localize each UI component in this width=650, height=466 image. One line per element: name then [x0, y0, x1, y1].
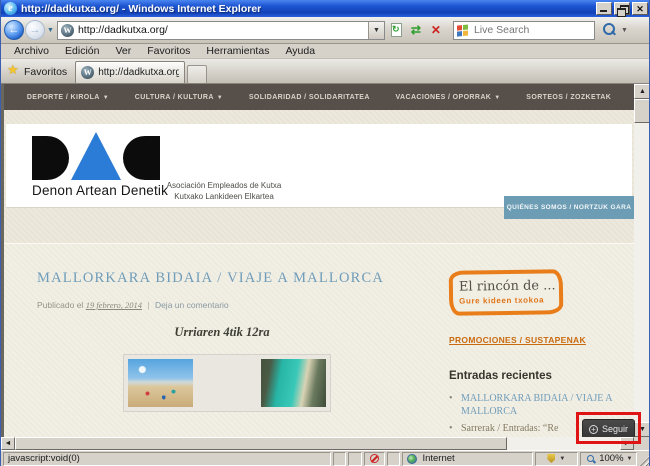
recent-entry-link[interactable]: Sarrerak / Entradas: “Re [461, 423, 558, 434]
article: MALLORKARA BIDAIA / VIAJE A MALLORCA Pub… [37, 270, 437, 437]
live-search-box[interactable] [452, 20, 609, 40]
search-input[interactable] [468, 24, 609, 36]
navigation-toolbar: ← → ▼ W ▼ ⇄ ✕ ▼ [1, 17, 649, 44]
sidebar: El rincón de ... Gure kideen txokoa PROM… [437, 269, 634, 437]
zoom-magnifier-icon [586, 454, 596, 464]
security-zone: Internet [402, 451, 534, 466]
windows-flag-icon [456, 23, 469, 37]
recent-entries-heading: Entradas recientes [449, 370, 552, 382]
status-bar: javascript:void(0) Internet ▼ 100% ▼ [1, 450, 649, 466]
nav-solidaridad[interactable]: SOLIDARIDAD / SOLIDARITATEA [249, 94, 370, 101]
status-cell [332, 451, 347, 466]
webpage: DEPORTE / KIROLA ▼ CULTURA / KULTURA ▼ SOL… [1, 84, 634, 437]
protected-mode-control[interactable]: ▼ [535, 451, 578, 466]
status-cell [348, 451, 362, 466]
address-bar[interactable]: W ▼ [56, 20, 385, 40]
zoom-control[interactable]: 100% ▼ [579, 451, 638, 466]
browser-viewport: DEPORTE / KIROLA ▼ CULTURA / KULTURA ▼ SOL… [1, 84, 649, 439]
quienes-somos-button[interactable]: QUIÉNES SOMOS / NORTZUK GARA [504, 196, 634, 219]
cathedral-photo [194, 359, 259, 407]
menu-herramientas[interactable]: Herramientas [199, 45, 276, 57]
rincon-badge[interactable]: El rincón de ... Gure kideen txokoa [448, 269, 564, 316]
zoom-level: 100% [599, 453, 624, 464]
address-dropdown-icon[interactable]: ▼ [367, 21, 384, 39]
scroll-up-icon[interactable]: ▲ [634, 84, 649, 99]
mallorca-photo-strip[interactable] [123, 354, 331, 412]
nav-cultura[interactable]: CULTURA / KULTURA ▼ [135, 94, 223, 101]
article-meta: Publicado el 19 febrero, 2014 | Deja un … [37, 300, 229, 310]
comment-link[interactable]: Deja un comentario [155, 300, 229, 310]
back-button[interactable]: ← [4, 20, 24, 40]
list-item: MALLORKARA BIDAIA / VIAJE A MALLORCA [449, 392, 619, 418]
privacy-blocked-icon[interactable] [363, 451, 385, 466]
dad-logo-icon [32, 132, 168, 180]
site-logo[interactable]: Denon Artean Denetik [32, 132, 168, 198]
stop-button[interactable]: ✕ [427, 21, 445, 39]
scroll-right-icon[interactable]: ► [620, 437, 634, 450]
chevron-down-icon: ▼ [216, 94, 224, 101]
chevron-down-icon: ▼ [102, 94, 110, 101]
promociones-link[interactable]: PROMOCIONES / SUSTAPENAK [449, 335, 586, 345]
article-title[interactable]: MALLORKARA BIDAIA / VIAJE A MALLORCA [37, 270, 437, 287]
menu-favoritos[interactable]: Favoritos [140, 45, 197, 57]
forward-button[interactable]: → [25, 20, 45, 40]
refresh-button[interactable]: ⇄ [407, 21, 425, 39]
article-date-link[interactable]: 19 febrero, 2014 [86, 300, 142, 310]
vertical-scrollbar[interactable]: ▲ ▼ [634, 84, 649, 437]
seguir-follow-button[interactable]: Seguir [582, 419, 635, 439]
address-input[interactable] [73, 24, 368, 36]
menu-ver[interactable]: Ver [108, 45, 138, 57]
menu-archivo[interactable]: Archivo [7, 45, 56, 57]
follow-plus-icon [588, 424, 598, 435]
restore-button[interactable] [614, 2, 630, 17]
recent-entry-link[interactable]: MALLORKARA BIDAIA / VIAJE A MALLORCA [461, 393, 612, 417]
status-cell [386, 451, 401, 466]
ie-window: e http://dadkutxa.org/ - Windows Interne… [0, 0, 650, 466]
chevron-down-icon: ▼ [626, 455, 633, 462]
scroll-down-icon[interactable]: ▼ [634, 422, 649, 437]
site-header: Denon Artean Denetik Asociación Empleado… [6, 124, 632, 207]
vertical-scroll-thumb[interactable] [634, 99, 649, 123]
ie-logo-icon: e [4, 2, 17, 15]
menu-bar: Archivo Edición Ver Favoritos Herramient… [1, 44, 649, 59]
favorites-star-icon [7, 62, 20, 78]
nav-vacaciones[interactable]: VACACIONES / OPORRAK ▼ [395, 94, 500, 101]
minimize-button[interactable] [596, 2, 612, 15]
site-navigation: DEPORTE / KIROLA ▼ CULTURA / KULTURA ▼ SOL… [4, 84, 634, 110]
tab-wordpress-icon: W [81, 66, 95, 79]
history-dropdown-icon[interactable]: ▼ [47, 27, 54, 34]
chevron-down-icon: ▼ [494, 94, 501, 101]
site-taglines: Asociación Empleados de Kutxa Kutxako La… [166, 181, 282, 201]
menu-edicion[interactable]: Edición [58, 45, 106, 57]
chevron-down-icon: ▼ [559, 455, 566, 462]
article-subtitle: Urriaren 4tik 12ra [174, 325, 270, 339]
favorites-button[interactable]: Favoritos [1, 62, 75, 83]
browser-tab[interactable]: W http://dadkutxa.org/ [75, 61, 186, 83]
status-link-text: javascript:void(0) [3, 451, 331, 466]
new-tab-button[interactable] [187, 65, 208, 83]
internet-globe-icon [407, 453, 418, 464]
search-options-dropdown-icon[interactable]: ▼ [621, 27, 628, 34]
window-title: http://dadkutxa.org/ - Windows Internet … [21, 2, 262, 15]
scrollbar-corner [634, 437, 649, 450]
resize-grip[interactable] [639, 454, 649, 466]
go-page-icon[interactable] [387, 21, 405, 39]
tab-bar: Favoritos W http://dadkutxa.org/ [1, 59, 649, 84]
cove-photo [260, 359, 326, 407]
horizontal-scroll-thumb[interactable] [15, 437, 507, 450]
content-area: MALLORKARA BIDAIA / VIAJE A MALLORCA Pub… [4, 243, 634, 437]
menu-ayuda[interactable]: Ayuda [278, 45, 322, 57]
shield-icon [547, 454, 556, 463]
search-magnifier-icon[interactable] [599, 20, 619, 40]
nav-sorteos[interactable]: SORTEOS / ZOZKETAK [526, 94, 611, 101]
nav-deporte[interactable]: DEPORTE / KIROLA ▼ [27, 94, 109, 101]
logo-caption: Denon Artean Denetik [32, 183, 169, 198]
beach-photo [128, 359, 194, 407]
title-bar: e http://dadkutxa.org/ - Windows Interne… [1, 0, 649, 17]
close-button[interactable] [632, 2, 648, 15]
tab-title: http://dadkutxa.org/ [98, 67, 180, 78]
horizontal-scrollbar[interactable]: ◄ ► [1, 437, 634, 450]
wordpress-favicon: W [60, 23, 74, 37]
scroll-left-icon[interactable]: ◄ [1, 437, 15, 450]
